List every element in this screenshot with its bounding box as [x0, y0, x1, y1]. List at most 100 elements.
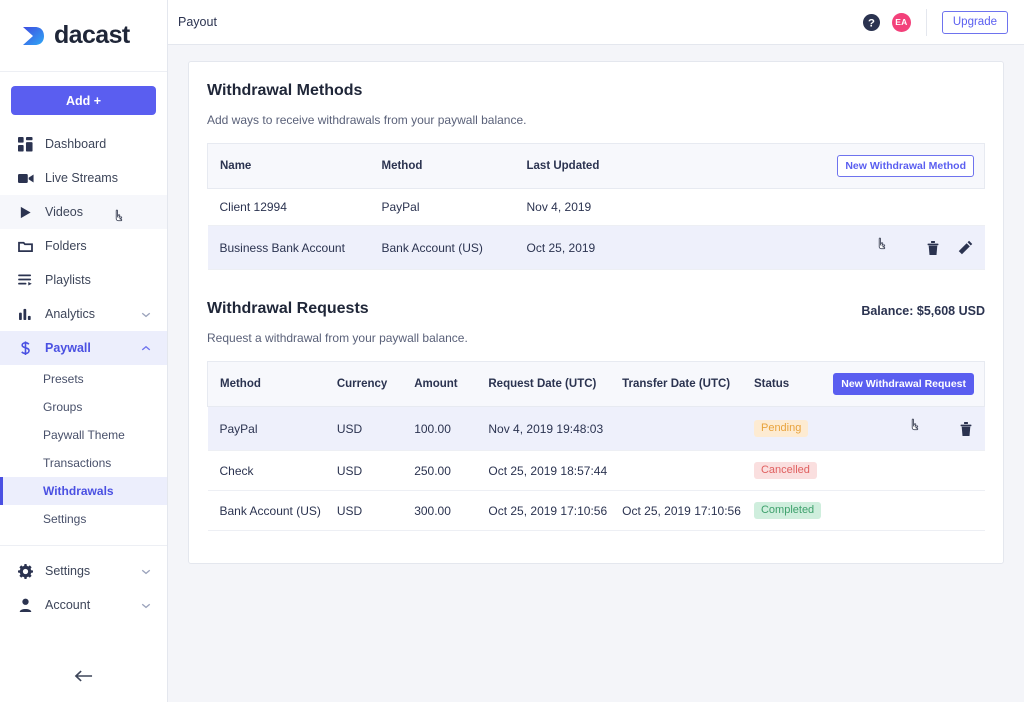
- cell-actions: [805, 226, 985, 270]
- column-header-name: Name: [208, 144, 370, 189]
- chevron-down-icon-account[interactable]: [139, 602, 153, 609]
- cell-status: Cancelled: [742, 451, 821, 491]
- sidebar-item-paywall[interactable]: Paywall: [0, 331, 167, 365]
- withdrawal-requests-table: Method Currency Amount Request Date (UTC…: [207, 361, 985, 531]
- page-content: Withdrawal Methods Add ways to receive w…: [168, 45, 1024, 702]
- withdrawal-methods-header: Withdrawal Methods: [207, 82, 985, 100]
- content-card: Withdrawal Methods Add ways to receive w…: [188, 61, 1004, 564]
- cell-method: PayPal: [370, 189, 515, 226]
- app-root: dacast Add + Dashboard: [0, 0, 1024, 702]
- sidebar-subitem-settings[interactable]: Settings: [0, 505, 167, 533]
- status-badge: Cancelled: [754, 462, 817, 479]
- avatar[interactable]: EA: [892, 13, 911, 32]
- withdrawal-methods-tbody: Client 12994 PayPal Nov 4, 2019 Business…: [208, 189, 985, 270]
- cell-method: Bank Account (US): [370, 226, 515, 270]
- sidebar-subitem-transactions[interactable]: Transactions: [0, 449, 167, 477]
- sidebar-divider: [0, 545, 167, 546]
- upgrade-button[interactable]: Upgrade: [942, 11, 1008, 34]
- sidebar-subitem-groups[interactable]: Groups: [0, 393, 167, 421]
- sidebar-label-dashboard: Dashboard: [45, 137, 167, 151]
- sidebar-subitem-paywall-theme[interactable]: Paywall Theme: [0, 421, 167, 449]
- table-row[interactable]: Check USD 250.00 Oct 25, 2019 18:57:44 C…: [208, 451, 985, 491]
- play-triangle-icon: [17, 204, 34, 221]
- column-header-request-date: Request Date (UTC): [476, 362, 610, 407]
- sidebar-item-playlists[interactable]: Playlists: [0, 263, 167, 297]
- sidebar-label-folders: Folders: [45, 239, 167, 253]
- pencil-icon[interactable]: [958, 240, 973, 255]
- row-actions: [817, 237, 985, 258]
- table-row[interactable]: PayPal USD 100.00 Nov 4, 2019 19:48:03 P…: [208, 407, 985, 451]
- column-header-method: Method: [370, 144, 515, 189]
- sidebar-item-dashboard[interactable]: Dashboard: [0, 127, 167, 161]
- sidebar-item-account[interactable]: Account: [0, 588, 167, 622]
- cell-method: Check: [208, 451, 325, 491]
- sidebar-item-settings[interactable]: Settings: [0, 554, 167, 588]
- table-header-row: Name Method Last Updated New Withdrawal …: [208, 144, 985, 189]
- sidebar-label-live-streams: Live Streams: [45, 171, 167, 185]
- withdrawal-methods-table: Name Method Last Updated New Withdrawal …: [207, 143, 985, 270]
- cell-last-updated: Oct 25, 2019: [515, 226, 805, 270]
- cell-transfer-date: [610, 451, 742, 491]
- new-withdrawal-request-button[interactable]: New Withdrawal Request: [833, 373, 974, 395]
- cell-name: Client 12994: [208, 189, 370, 226]
- cell-currency: USD: [325, 451, 402, 491]
- sidebar-item-live-streams[interactable]: Live Streams: [0, 161, 167, 195]
- breadcrumb: Payout: [178, 15, 217, 29]
- table-row[interactable]: Bank Account (US) USD 300.00 Oct 25, 201…: [208, 491, 985, 531]
- chevron-down-icon-settings[interactable]: [139, 568, 153, 575]
- cell-actions: [805, 189, 985, 226]
- playlist-icon: [17, 272, 34, 289]
- withdrawal-requests-header: Withdrawal Requests Balance: $5,608 USD: [207, 300, 985, 318]
- cell-actions: [821, 407, 984, 451]
- topbar-divider: [926, 9, 927, 36]
- new-withdrawal-request-cell: New Withdrawal Request: [821, 362, 984, 407]
- sidebar: dacast Add + Dashboard: [0, 0, 168, 702]
- question-mark-circle-icon[interactable]: ?: [863, 14, 880, 31]
- trash-icon[interactable]: [926, 240, 940, 256]
- sidebar-label-paywall: Paywall: [45, 341, 139, 355]
- new-withdrawal-method-cell: New Withdrawal Method: [805, 144, 985, 189]
- table-row[interactable]: Client 12994 PayPal Nov 4, 2019: [208, 189, 985, 226]
- chevron-down-icon[interactable]: [139, 311, 153, 318]
- column-header-currency: Currency: [325, 362, 402, 407]
- new-withdrawal-method-button[interactable]: New Withdrawal Method: [837, 155, 974, 177]
- trash-icon[interactable]: [959, 421, 973, 437]
- sidebar-subitem-presets[interactable]: Presets: [0, 365, 167, 393]
- cell-request-date: Nov 4, 2019 19:48:03: [476, 407, 610, 451]
- sidebar-label-analytics: Analytics: [45, 307, 139, 321]
- table-header-row: Method Currency Amount Request Date (UTC…: [208, 362, 985, 407]
- sidebar-label-settings: Settings: [45, 564, 139, 578]
- dollar-sign-icon: [17, 340, 34, 357]
- column-header-status: Status: [742, 362, 821, 407]
- arrow-left-icon: [74, 669, 93, 688]
- svg-text:?: ?: [868, 17, 875, 29]
- column-header-amount: Amount: [402, 362, 476, 407]
- sidebar-collapse-button[interactable]: [0, 669, 167, 688]
- add-button[interactable]: Add +: [11, 86, 156, 115]
- chevron-up-icon[interactable]: [139, 345, 153, 352]
- sidebar-item-videos[interactable]: Videos: [0, 195, 167, 229]
- table-row[interactable]: Business Bank Account Bank Account (US) …: [208, 226, 985, 270]
- cell-amount: 250.00: [402, 451, 476, 491]
- mouse-cursor-pointer-icon: [908, 418, 923, 439]
- folder-icon: [17, 238, 34, 255]
- bar-chart-icon: [17, 306, 34, 323]
- column-header-last-updated: Last Updated: [515, 144, 805, 189]
- cell-status: Completed: [742, 491, 821, 531]
- sidebar-label-videos: Videos: [45, 205, 167, 219]
- cell-amount: 300.00: [402, 491, 476, 531]
- mouse-cursor-pointer-icon: [875, 237, 890, 258]
- cell-transfer-date: Oct 25, 2019 17:10:56: [610, 491, 742, 531]
- topbar: Payout ? EA Upgrade: [168, 0, 1024, 45]
- withdrawal-requests-title: Withdrawal Requests: [207, 300, 369, 318]
- cell-actions: [821, 491, 984, 531]
- brand-logo[interactable]: dacast: [0, 0, 167, 72]
- dacast-arrow-logo-icon: [18, 21, 48, 51]
- sidebar-subitem-withdrawals[interactable]: Withdrawals: [0, 477, 167, 505]
- cell-name: Business Bank Account: [208, 226, 370, 270]
- column-header-transfer-date: Transfer Date (UTC): [610, 362, 742, 407]
- sidebar-item-analytics[interactable]: Analytics: [0, 297, 167, 331]
- cell-method: PayPal: [208, 407, 325, 451]
- cell-last-updated: Nov 4, 2019: [515, 189, 805, 226]
- sidebar-item-folders[interactable]: Folders: [0, 229, 167, 263]
